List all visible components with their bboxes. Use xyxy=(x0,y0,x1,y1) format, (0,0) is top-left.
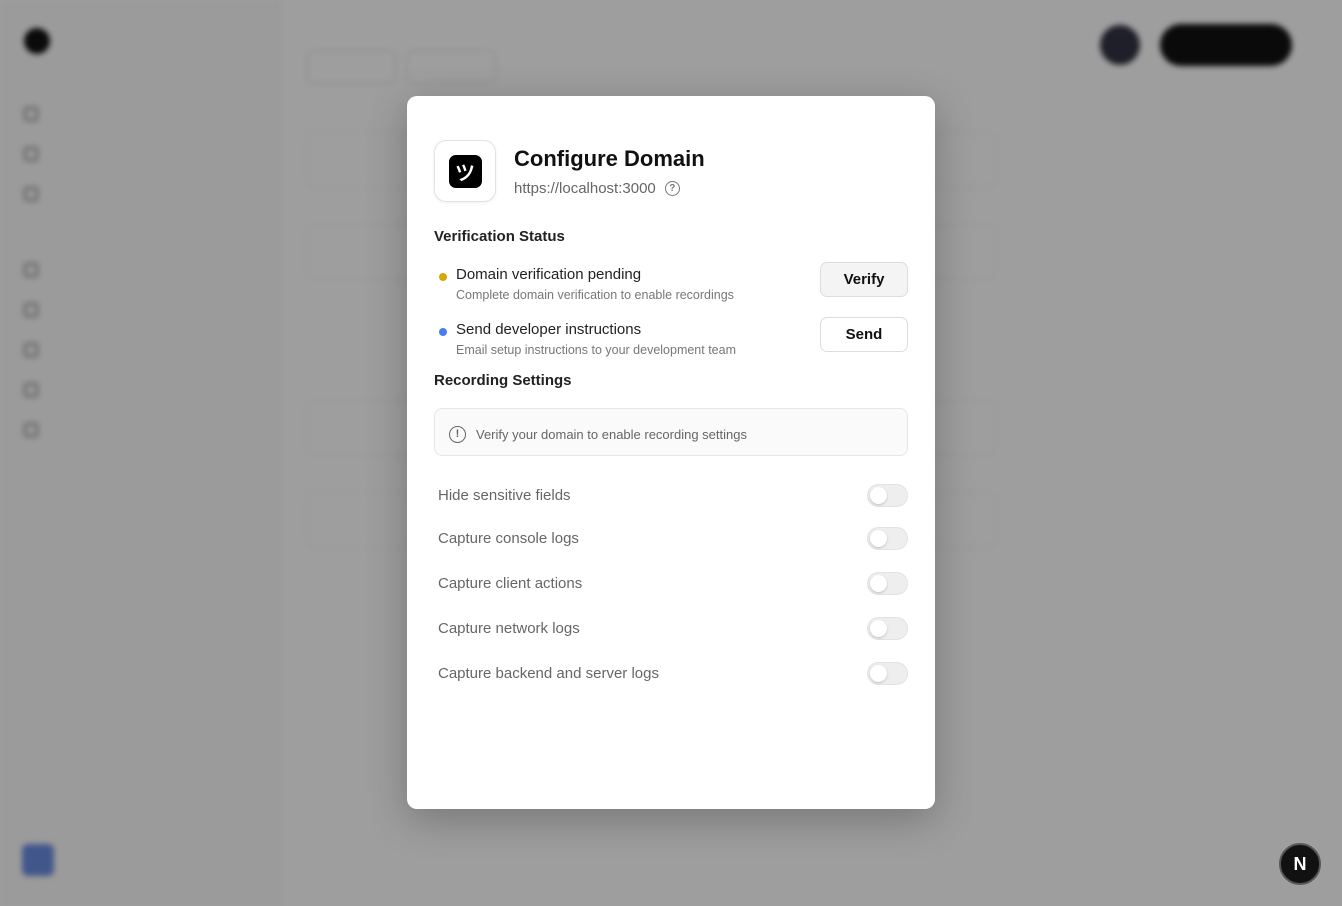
task-title: Send developer instructions xyxy=(456,321,642,338)
task-description: Email setup instructions to your develop… xyxy=(456,343,736,357)
task-title: Domain verification pending xyxy=(456,266,642,283)
capture-console-logs-toggle[interactable] xyxy=(867,527,908,550)
domain-url-row: https://localhost:3000 ? xyxy=(514,180,705,197)
info-icon: ! xyxy=(449,425,466,443)
setting-capture-backend-logs: Capture backend and server logs xyxy=(434,651,908,696)
setting-label: Capture backend and server logs xyxy=(438,665,659,682)
info-status-dot xyxy=(439,328,447,336)
domain-url: https://localhost:3000 xyxy=(514,179,656,197)
verification-status-heading: Verification Status xyxy=(434,228,565,245)
help-icon[interactable]: ? xyxy=(664,180,680,196)
capture-backend-logs-toggle[interactable] xyxy=(867,662,908,685)
capture-network-logs-toggle[interactable] xyxy=(867,617,908,640)
toggle-knob xyxy=(870,530,887,547)
setting-capture-console-logs: Capture console logs xyxy=(434,516,908,561)
task-send-instructions: Send developer instructions Email setup … xyxy=(434,317,908,372)
app-logo: ツ xyxy=(448,154,482,188)
setting-label: Capture network logs xyxy=(438,620,580,637)
setting-label: Capture client actions xyxy=(438,575,583,592)
verification-tasks: Domain verification pending Complete dom… xyxy=(434,262,908,372)
toggle-knob xyxy=(870,575,887,592)
pending-status-dot xyxy=(439,273,447,281)
setting-hide-sensitive-fields: Hide sensitive fields xyxy=(434,474,908,516)
toggle-knob xyxy=(870,486,887,504)
task-domain-verification: Domain verification pending Complete dom… xyxy=(434,262,908,317)
toggle-knob xyxy=(870,665,887,682)
dialog-title: Configure Domain xyxy=(514,145,705,171)
capture-client-actions-toggle[interactable] xyxy=(867,572,908,595)
dialog-header: ツ Configure Domain https://localhost:300… xyxy=(434,140,908,202)
setting-capture-client-actions: Capture client actions xyxy=(434,561,908,606)
app-icon: ツ xyxy=(434,140,496,202)
verify-button[interactable]: Verify xyxy=(820,262,908,297)
setting-label: Capture console logs xyxy=(438,530,579,547)
hide-sensitive-fields-toggle[interactable] xyxy=(867,483,908,507)
configure-domain-dialog: ツ Configure Domain https://localhost:300… xyxy=(407,96,935,809)
verify-notice: ! Verify your domain to enable recording… xyxy=(434,408,908,456)
recording-settings-list: Hide sensitive fields Capture console lo… xyxy=(434,474,908,696)
setting-label: Hide sensitive fields xyxy=(438,486,571,504)
task-description: Complete domain verification to enable r… xyxy=(456,288,734,302)
notice-text: Verify your domain to enable recording s… xyxy=(476,426,747,442)
send-button[interactable]: Send xyxy=(820,317,908,352)
recording-settings-heading: Recording Settings xyxy=(434,372,572,389)
nextjs-dev-badge[interactable]: N xyxy=(1279,843,1321,885)
setting-capture-network-logs: Capture network logs xyxy=(434,606,908,651)
toggle-knob xyxy=(870,620,887,637)
